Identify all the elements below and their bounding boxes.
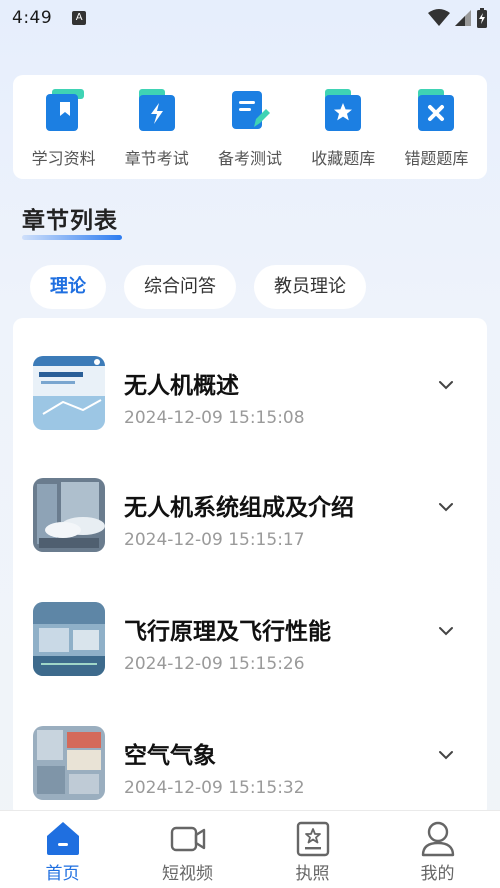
battery-icon <box>477 8 487 28</box>
chapter-title: 无人机系统组成及介绍 <box>124 495 354 521</box>
nav-license[interactable]: 执照 <box>258 811 368 888</box>
quick-item-label: 收藏题库 <box>311 149 376 168</box>
quick-item-chapter-exam[interactable]: 章节考试 <box>110 89 203 179</box>
chapter-list: 无人机概述 2024-12-09 15:15:08 无人机系统组成及介绍 202… <box>13 318 487 818</box>
book-cover-thumbnail <box>33 356 105 430</box>
bottom-nav: 首页 短视频 执照 我的 <box>0 810 500 888</box>
notification-icon: A <box>72 11 87 25</box>
book-cover-thumbnail <box>33 478 105 552</box>
quick-item-label: 学习资料 <box>31 149 96 168</box>
book-cover-thumbnail <box>33 602 105 676</box>
quick-item-exam-prep[interactable]: 备考测试 <box>203 89 296 179</box>
x-folder-icon <box>418 89 455 131</box>
quick-actions-card: 学习资料 章节考试 备考测试 收藏题库 错题题库 <box>13 75 487 179</box>
star-folder-icon <box>325 89 362 131</box>
wifi-icon <box>428 9 450 26</box>
tab-instructor-theory[interactable]: 教员理论 <box>254 265 366 309</box>
chapter-title: 飞行原理及飞行性能 <box>124 619 331 645</box>
chapter-title: 无人机概述 <box>124 373 239 399</box>
chevron-down-icon[interactable] <box>437 746 455 764</box>
tab-comprehensive-qa[interactable]: 综合问答 <box>124 265 236 309</box>
chapter-date: 2024-12-09 15:15:08 <box>124 408 305 428</box>
chapter-item[interactable]: 飞行原理及飞行性能 2024-12-09 15:15:26 <box>13 602 487 702</box>
chapter-item[interactable]: 无人机系统组成及介绍 2024-12-09 15:15:17 <box>13 478 487 578</box>
category-tabs: 理论 综合问答 教员理论 <box>30 265 366 309</box>
chevron-down-icon[interactable] <box>437 498 455 516</box>
chevron-down-icon[interactable] <box>437 376 455 394</box>
section-title: 章节列表 <box>22 208 118 234</box>
nav-label: 执照 <box>295 864 330 884</box>
nav-label: 我的 <box>420 864 455 884</box>
home-icon <box>46 822 79 855</box>
chevron-down-icon[interactable] <box>437 622 455 640</box>
signal-icon <box>455 10 471 26</box>
chapter-date: 2024-12-09 15:15:26 <box>124 654 305 674</box>
nav-home[interactable]: 首页 <box>8 811 118 888</box>
license-icon <box>296 821 329 857</box>
edit-document-icon <box>232 91 270 129</box>
quick-item-study-materials[interactable]: 学习资料 <box>17 89 110 179</box>
chapter-item[interactable]: 无人机概述 2024-12-09 15:15:08 <box>13 356 487 456</box>
status-bar: 4:49 A <box>0 0 500 36</box>
book-icon <box>45 89 84 131</box>
chapter-date: 2024-12-09 15:15:17 <box>124 530 305 550</box>
section-title-underline <box>22 235 122 240</box>
book-cover-thumbnail <box>33 726 105 800</box>
video-camera-icon <box>170 826 205 852</box>
user-icon <box>421 821 454 857</box>
chapter-title: 空气气象 <box>124 743 216 769</box>
bolt-folder-icon <box>138 89 175 131</box>
status-time: 4:49 <box>12 8 53 28</box>
chapter-date: 2024-12-09 15:15:32 <box>124 778 305 798</box>
nav-profile[interactable]: 我的 <box>383 811 493 888</box>
quick-item-label: 错题题库 <box>404 149 469 168</box>
quick-item-label: 章节考试 <box>124 149 189 168</box>
quick-item-wrong-answers[interactable]: 错题题库 <box>390 89 483 179</box>
nav-label: 短视频 <box>162 864 213 884</box>
tab-theory[interactable]: 理论 <box>30 265 106 309</box>
chapter-item[interactable]: 空气气象 2024-12-09 15:15:32 <box>13 726 487 818</box>
nav-short-video[interactable]: 短视频 <box>133 811 243 888</box>
quick-item-favorites[interactable]: 收藏题库 <box>297 89 390 179</box>
nav-label: 首页 <box>45 864 80 884</box>
quick-item-label: 备考测试 <box>218 149 283 168</box>
